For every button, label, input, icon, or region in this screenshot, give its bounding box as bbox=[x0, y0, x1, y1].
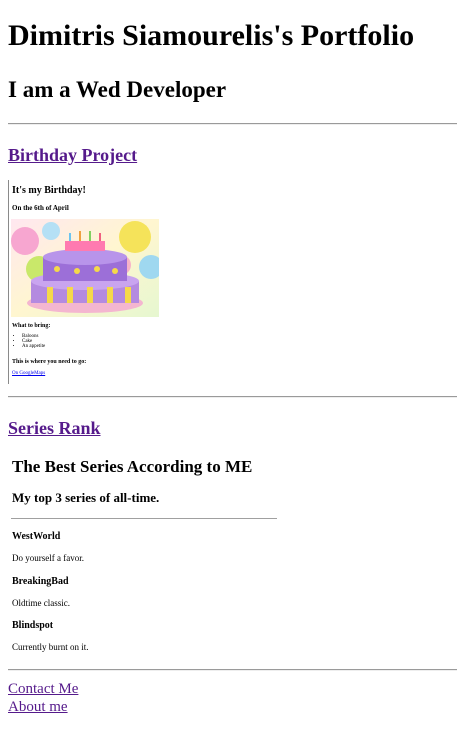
page-subtitle: I am a Wed Developer bbox=[8, 77, 227, 102]
series-name: BreakingBad bbox=[12, 576, 69, 587]
preview-title: The Best Series According to ME bbox=[12, 457, 253, 476]
divider bbox=[8, 669, 457, 671]
where-heading: This is where you need to go: bbox=[12, 359, 87, 365]
what-to-bring-heading: What to bring: bbox=[12, 323, 51, 329]
contact-me-link[interactable]: Contact Me bbox=[8, 680, 78, 698]
preview-subtitle: My top 3 series of all-time. bbox=[12, 490, 160, 505]
series-description: Oldtime classic. bbox=[12, 598, 70, 608]
series-name: Blindspot bbox=[12, 620, 54, 631]
divider bbox=[11, 518, 277, 519]
preview-date: On the 6th of April bbox=[12, 204, 69, 212]
page-title: Dimitris Siamourelis's Portfolio bbox=[8, 19, 415, 52]
google-maps-link[interactable]: On GoogleMaps bbox=[12, 371, 45, 376]
preview-title: It's my Birthday! bbox=[12, 185, 86, 196]
series-rank-link[interactable]: Series Rank bbox=[8, 417, 101, 439]
divider bbox=[8, 396, 457, 398]
divider bbox=[8, 123, 457, 125]
birthday-project-link[interactable]: Birthday Project bbox=[8, 144, 137, 166]
list-item: An appetite bbox=[22, 344, 45, 349]
portfolio-page: Dimitris Siamourelis's Portfolio I am a … bbox=[0, 0, 458, 735]
series-description: Do yourself a favor. bbox=[12, 553, 84, 563]
series-name: WestWorld bbox=[12, 531, 61, 542]
birthday-project-preview[interactable]: It's my Birthday! On the 6th of April Wh… bbox=[8, 180, 169, 384]
series-description: Currently burnt on it. bbox=[12, 642, 89, 652]
bring-list: Baloons Cake An appetite bbox=[13, 334, 45, 349]
about-me-link[interactable]: About me bbox=[8, 698, 68, 716]
series-rank-preview[interactable]: The Best Series According to ME My top 3… bbox=[8, 452, 280, 658]
birthday-cake-image bbox=[11, 219, 159, 317]
